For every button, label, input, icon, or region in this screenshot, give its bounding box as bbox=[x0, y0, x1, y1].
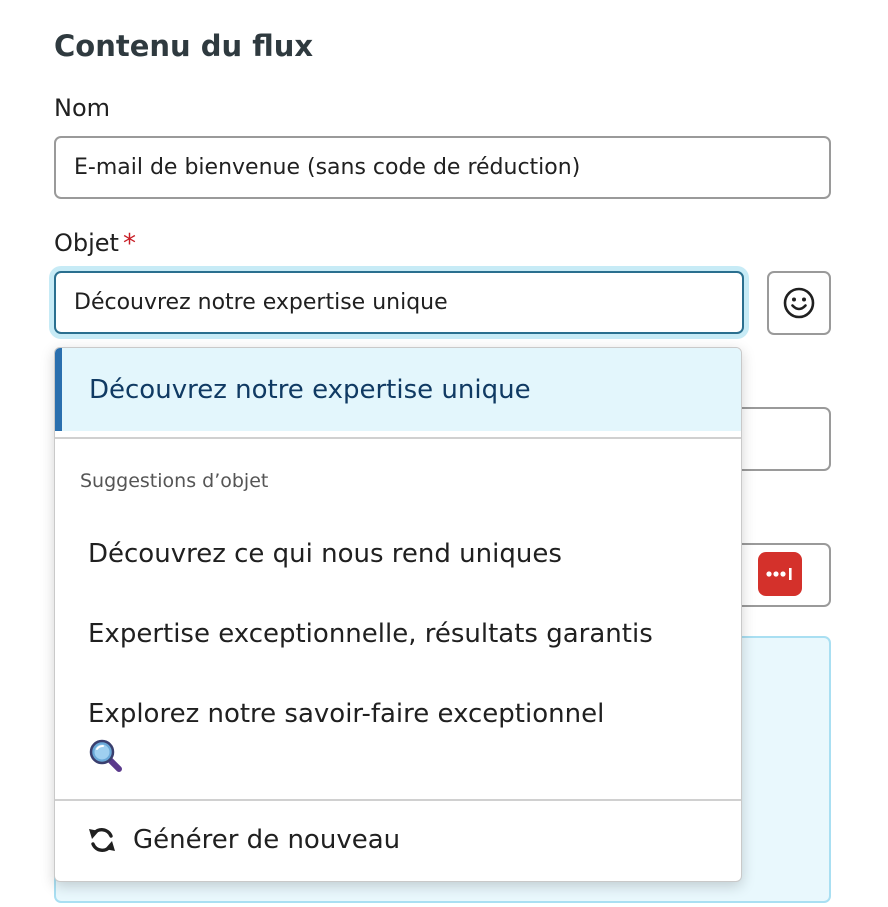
suggestions-heading: Suggestions d’objet bbox=[80, 470, 269, 492]
required-indicator: * bbox=[122, 229, 136, 259]
subject-label-text: Objet bbox=[54, 229, 119, 257]
suggestion-item[interactable]: Découvrez ce qui nous rend uniques bbox=[88, 536, 718, 572]
emoji-picker-button[interactable] bbox=[767, 271, 831, 335]
magnifying-glass-icon bbox=[89, 739, 122, 772]
suggestion-item-label: Explorez notre savoir-faire exceptionnel bbox=[88, 699, 605, 729]
subject-label: Objet * bbox=[54, 227, 136, 259]
smiley-icon bbox=[783, 287, 815, 319]
name-label: Nom bbox=[54, 94, 111, 122]
divider bbox=[55, 799, 741, 801]
suggestion-item[interactable]: Explorez notre savoir-faire exceptionnel bbox=[88, 696, 718, 774]
merge-tag-icon[interactable] bbox=[758, 552, 802, 596]
regenerate-button[interactable]: Générer de nouveau bbox=[87, 822, 400, 858]
subject-input[interactable] bbox=[54, 271, 744, 334]
section-title: Contenu du flux bbox=[54, 29, 314, 63]
current-subject-option[interactable]: Découvrez notre expertise unique bbox=[55, 348, 741, 431]
regenerate-label: Générer de nouveau bbox=[133, 825, 401, 855]
divider bbox=[55, 437, 741, 439]
subject-suggestions-dropdown: Découvrez notre expertise unique Suggest… bbox=[54, 347, 742, 882]
refresh-icon bbox=[89, 828, 115, 852]
name-input[interactable] bbox=[54, 136, 831, 199]
ellipsis-icon bbox=[766, 568, 792, 580]
suggestion-item[interactable]: Expertise exceptionnelle, résultats gara… bbox=[88, 616, 718, 652]
